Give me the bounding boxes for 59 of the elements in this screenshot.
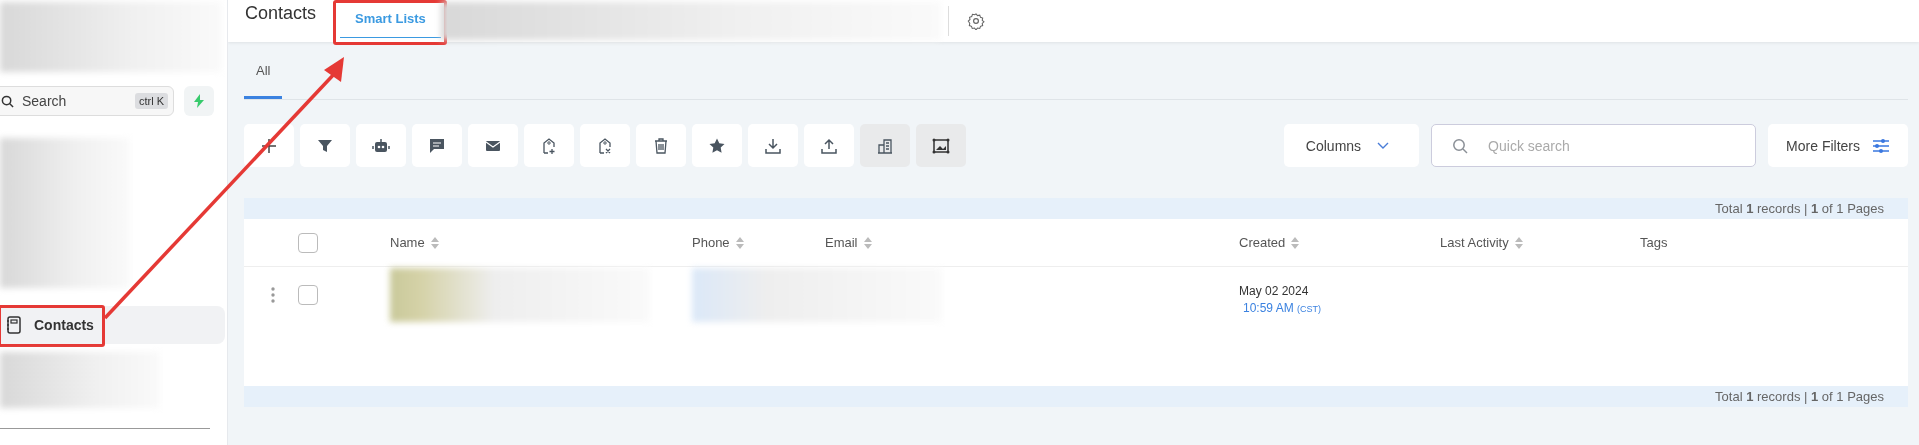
building-icon: [876, 136, 894, 155]
sort-icon[interactable]: [429, 235, 440, 250]
plus-icon: [260, 136, 278, 155]
created-date: May 02 2024: [1239, 283, 1310, 298]
columns-dropdown[interactable]: Columns: [1283, 124, 1420, 167]
image-button[interactable]: [916, 124, 966, 167]
sidebar-item[interactable]: Contacts: [0, 306, 225, 344]
tagadd-icon: [540, 136, 558, 155]
sort-icon[interactable]: [1513, 235, 1524, 250]
more-filters-button[interactable]: More Filters: [1768, 124, 1908, 167]
star-button[interactable]: [692, 124, 742, 167]
list-tab[interactable]: All: [244, 63, 283, 99]
filter-button[interactable]: [300, 124, 350, 167]
download-icon: [764, 136, 782, 155]
timezone-label: (CST): [1297, 303, 1322, 314]
settings-icon[interactable]: [966, 12, 985, 30]
trash-icon: [652, 136, 670, 155]
tagdel-button[interactable]: [580, 124, 630, 167]
upload-button[interactable]: [804, 124, 854, 167]
created-time: 10:59 AM: [1243, 300, 1294, 315]
download-button[interactable]: [748, 124, 798, 167]
select-all-checkbox[interactable]: [298, 232, 318, 253]
mail-button[interactable]: [468, 124, 518, 167]
plus-button[interactable]: [244, 124, 294, 167]
column-header[interactable]: Email: [825, 235, 1239, 250]
lightning-button[interactable]: [184, 86, 214, 116]
records-summary: Total 1 records | 1 of 1 Pages: [1715, 389, 1884, 404]
upload-icon: [820, 136, 838, 155]
search-icon: [1, 94, 14, 108]
page-title: Contacts: [245, 2, 317, 24]
address-book-icon: [6, 316, 22, 334]
column-header[interactable]: Phone: [692, 235, 825, 250]
search-icon: [1452, 137, 1469, 154]
image-icon: [932, 136, 950, 155]
tagdel-icon: [596, 136, 614, 155]
chat-icon: [428, 136, 446, 155]
chat-button[interactable]: [412, 124, 462, 167]
search-input[interactable]: Search: [20, 92, 124, 110]
caret-icon: [1377, 141, 1390, 150]
sliders-icon: [1872, 137, 1890, 154]
search-bar[interactable]: Search ctrl K: [0, 86, 174, 116]
column-header[interactable]: Created: [1239, 235, 1440, 250]
robot-icon: [372, 136, 390, 155]
column-header[interactable]: Name: [390, 235, 692, 250]
sort-icon[interactable]: [1290, 235, 1301, 250]
building-button[interactable]: [860, 124, 910, 167]
robot-button[interactable]: [356, 124, 406, 167]
row-checkbox[interactable]: [298, 285, 318, 305]
sort-icon[interactable]: [862, 235, 873, 250]
column-header[interactable]: Last Activity: [1440, 235, 1640, 250]
lightning-icon: [194, 94, 204, 108]
more-options-icon[interactable]: [271, 287, 275, 303]
sort-icon[interactable]: [734, 235, 745, 250]
column-header[interactable]: Tags: [1640, 235, 1908, 250]
quick-search-field[interactable]: Quick search: [1431, 124, 1757, 167]
tagadd-button[interactable]: [524, 124, 574, 167]
trash-button[interactable]: [636, 124, 686, 167]
records-summary: Total 1 records | 1 of 1 Pages: [1715, 201, 1884, 216]
shortcut-hint: ctrl K: [134, 93, 168, 109]
